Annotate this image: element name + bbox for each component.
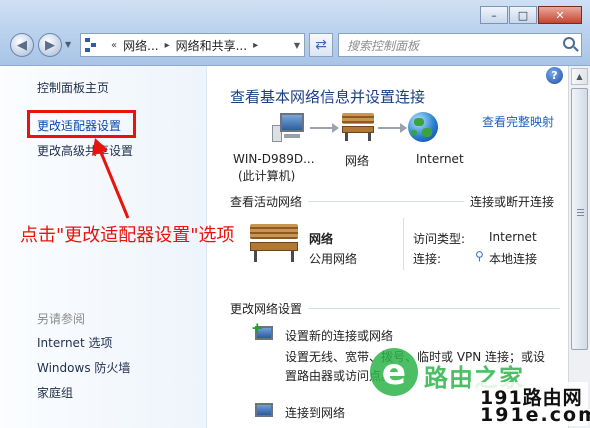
close-button[interactable]: ✕ — [538, 6, 582, 24]
watermark-e-icon: e — [370, 348, 418, 396]
maximize-button[interactable]: □ — [509, 6, 537, 24]
refresh-button[interactable]: ⇄ — [309, 33, 333, 57]
connect-to-network-icon — [251, 399, 277, 421]
access-type-label: 访问类型: — [413, 232, 466, 246]
connection-arrow-icon — [378, 123, 407, 133]
search-icon[interactable] — [563, 37, 575, 49]
scroll-up-icon[interactable]: ▲ — [571, 68, 588, 85]
network-folder-icon — [85, 38, 101, 52]
divider — [308, 201, 464, 202]
breadcrumb-separator-icon[interactable]: ▸ — [253, 40, 258, 51]
breadcrumb-separator-icon[interactable]: ▸ — [165, 40, 170, 51]
breadcrumb-network[interactable]: 网络... — [123, 37, 158, 54]
site-url: 191e.com — [480, 404, 590, 426]
highlight-box — [27, 110, 136, 138]
divider — [308, 308, 560, 309]
address-bar[interactable]: « 网络... ▸ 网络和共享... ▸ ▼ — [80, 33, 305, 57]
this-computer-label: (此计算机) — [238, 169, 296, 183]
search-input[interactable]: 搜索控制面板 — [338, 33, 582, 57]
connection-label: 连接: — [413, 252, 442, 266]
site-watermark: 191路由网 191e.com — [470, 382, 590, 426]
connection-arrow-icon — [310, 123, 339, 133]
internet-map-label: Internet — [416, 152, 464, 166]
see-also-heading: 另请参阅 — [37, 312, 86, 326]
vertical-divider — [403, 218, 404, 270]
breadcrumb-overflow-icon[interactable]: « — [111, 40, 117, 51]
help-icon[interactable]: ? — [546, 67, 563, 84]
connect-to-network-link[interactable]: 连接到网络 — [285, 404, 345, 421]
scroll-thumb[interactable] — [571, 88, 588, 350]
new-connection-icon: + — [251, 321, 277, 344]
minimize-button[interactable]: – — [480, 6, 508, 24]
window-controls: – □ ✕ — [480, 6, 582, 24]
access-type-value: Internet — [489, 230, 537, 244]
computer-icon — [272, 113, 306, 143]
change-advanced-sharing-link[interactable]: 更改高级共享设置 — [37, 142, 133, 159]
active-network-name: 网络 — [309, 232, 334, 246]
network-bench-icon — [342, 113, 374, 141]
search-placeholder: 搜索控制面板 — [347, 38, 420, 53]
connect-disconnect-link[interactable]: 连接或断开连接 — [470, 193, 554, 210]
page-title: 查看基本网络信息并设置连接 — [230, 88, 426, 106]
vertical-scrollbar[interactable]: ▲ — [568, 66, 590, 428]
internet-globe-icon[interactable] — [408, 112, 438, 142]
annotation-text: 点击"更改适配器设置"选项 — [20, 225, 235, 246]
network-map-label: 网络 — [345, 154, 370, 168]
back-button[interactable]: ◀ — [10, 33, 34, 57]
address-dropdown-icon[interactable]: ▼ — [294, 41, 300, 50]
history-dropdown-icon[interactable]: ▼ — [65, 40, 71, 49]
window-titlebar: – □ ✕ ◀ ▶ ▼ « 网络... ▸ 网络和共享... ▸ ▼ ⇄ 搜索控… — [0, 0, 590, 66]
active-network-bench-icon — [250, 224, 298, 262]
internet-options-link[interactable]: Internet 选项 — [37, 334, 112, 351]
local-connection-link[interactable]: 本地连接 — [489, 250, 537, 267]
public-network-link[interactable]: 公用网络 — [309, 250, 357, 267]
computer-name-label: WIN-D989D... — [233, 152, 315, 166]
setup-new-connection-link[interactable]: 设置新的连接或网络 — [285, 327, 393, 344]
breadcrumb-sharing-center[interactable]: 网络和共享... — [176, 37, 247, 54]
local-connection-icon: ⚲ — [475, 249, 484, 263]
homegroup-link[interactable]: 家庭组 — [37, 384, 73, 401]
forward-button[interactable]: ▶ — [38, 33, 62, 57]
active-networks-heading: 查看活动网络 — [230, 195, 303, 209]
control-panel-home-link[interactable]: 控制面板主页 — [37, 79, 109, 96]
windows-firewall-link[interactable]: Windows 防火墙 — [37, 359, 130, 376]
change-settings-heading: 更改网络设置 — [230, 302, 303, 316]
see-full-map-link[interactable]: 查看完整映射 — [482, 113, 554, 130]
